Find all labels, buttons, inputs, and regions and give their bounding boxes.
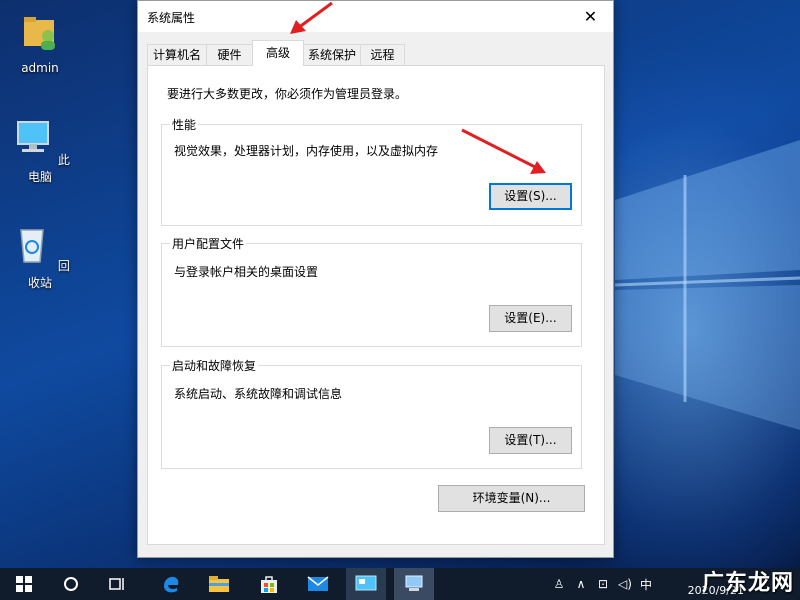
show-hidden-icons-chevron-icon[interactable]: ∧ xyxy=(570,577,592,591)
startup-recovery-group: 启动和故障恢复 系统启动、系统故障和调试信息 设置(T)... xyxy=(161,357,582,469)
file-explorer-taskbar-item[interactable] xyxy=(199,568,239,600)
tab-computer-name[interactable]: 计算机名 xyxy=(147,44,207,65)
control-panel-icon xyxy=(355,575,377,591)
store-bag-icon xyxy=(261,576,277,593)
user-profiles-group: 用户配置文件 与登录帐户相关的桌面设置 设置(E)... xyxy=(161,235,582,347)
tab-advanced[interactable]: 高级 xyxy=(252,40,304,66)
people-icon[interactable]: ♙ xyxy=(548,577,570,591)
file-explorer-icon xyxy=(209,576,229,592)
tab-system-protection[interactable]: 系统保护 xyxy=(303,44,361,65)
dialog-titlebar[interactable]: 系统属性 ✕ xyxy=(138,1,613,32)
task-view-button[interactable] xyxy=(98,568,138,600)
desktop-icon-recycle-bin[interactable]: 回收站 xyxy=(5,222,75,291)
performance-title: 性能 xyxy=(170,116,199,133)
performance-settings-button[interactable]: 设置(S)... xyxy=(489,183,572,210)
search-circle-icon xyxy=(64,577,78,591)
desktop-icon-admin[interactable]: admin xyxy=(5,10,75,75)
recycle-bin-icon xyxy=(20,229,44,263)
store-taskbar-item[interactable] xyxy=(249,568,289,600)
system-properties-taskbar-item[interactable] xyxy=(394,568,434,600)
windows-start-icon xyxy=(16,576,32,592)
admin-notice: 要进行大多数更改，你必须作为管理员登录。 xyxy=(167,87,408,101)
mail-taskbar-item[interactable] xyxy=(298,568,338,600)
taskbar: ♙ ∧ ⊡ ◁) 中 2020/9/21 xyxy=(0,568,800,600)
windows-logo-light xyxy=(615,140,800,430)
site-watermark: 广东龙网 xyxy=(701,570,794,596)
volume-icon[interactable]: ◁) xyxy=(614,577,636,591)
start-button[interactable] xyxy=(4,568,44,600)
performance-desc: 视觉效果，处理器计划，内存使用，以及虚拟内存 xyxy=(174,144,439,158)
system-computer-icon xyxy=(405,575,423,591)
network-icon[interactable]: ⊡ xyxy=(592,577,614,591)
mail-icon xyxy=(307,576,329,591)
tab-remote[interactable]: 远程 xyxy=(360,44,405,65)
tab-hardware[interactable]: 硬件 xyxy=(206,44,253,65)
user-profiles-title: 用户配置文件 xyxy=(170,235,247,252)
task-view-icon xyxy=(109,578,124,590)
system-tray: ♙ ∧ ⊡ ◁) 中 xyxy=(548,568,656,600)
dialog-title: 系统属性 xyxy=(147,11,196,25)
performance-group: 性能 视觉效果，处理器计划，内存使用，以及虚拟内存 设置(S)... xyxy=(161,116,582,226)
control-panel-taskbar-item[interactable] xyxy=(346,568,386,600)
user-profiles-settings-button[interactable]: 设置(E)... xyxy=(489,305,572,332)
startup-recovery-desc: 系统启动、系统故障和调试信息 xyxy=(174,387,343,401)
startup-recovery-title: 启动和故障恢复 xyxy=(170,357,259,374)
system-properties-dialog: 系统属性 ✕ 计算机名 硬件 高级 系统保护 远程 要进行大多数更改，你必须作为… xyxy=(137,0,614,558)
search-button[interactable] xyxy=(51,568,91,600)
environment-variables-button[interactable]: 环境变量(N)... xyxy=(438,485,585,512)
ime-indicator[interactable]: 中 xyxy=(636,576,656,593)
computer-icon xyxy=(17,121,50,152)
user-folder-icon xyxy=(24,17,55,50)
advanced-tab-panel: 要进行大多数更改，你必须作为管理员登录。 性能 视觉效果，处理器计划，内存使用，… xyxy=(147,65,605,545)
edge-taskbar-item[interactable] xyxy=(151,568,191,600)
close-button[interactable]: ✕ xyxy=(568,1,613,32)
desktop-icon-this-pc[interactable]: 此电脑 xyxy=(5,116,75,185)
startup-recovery-settings-button[interactable]: 设置(T)... xyxy=(489,427,572,454)
user-profiles-desc: 与登录帐户相关的桌面设置 xyxy=(174,265,319,279)
edge-icon xyxy=(164,576,179,593)
